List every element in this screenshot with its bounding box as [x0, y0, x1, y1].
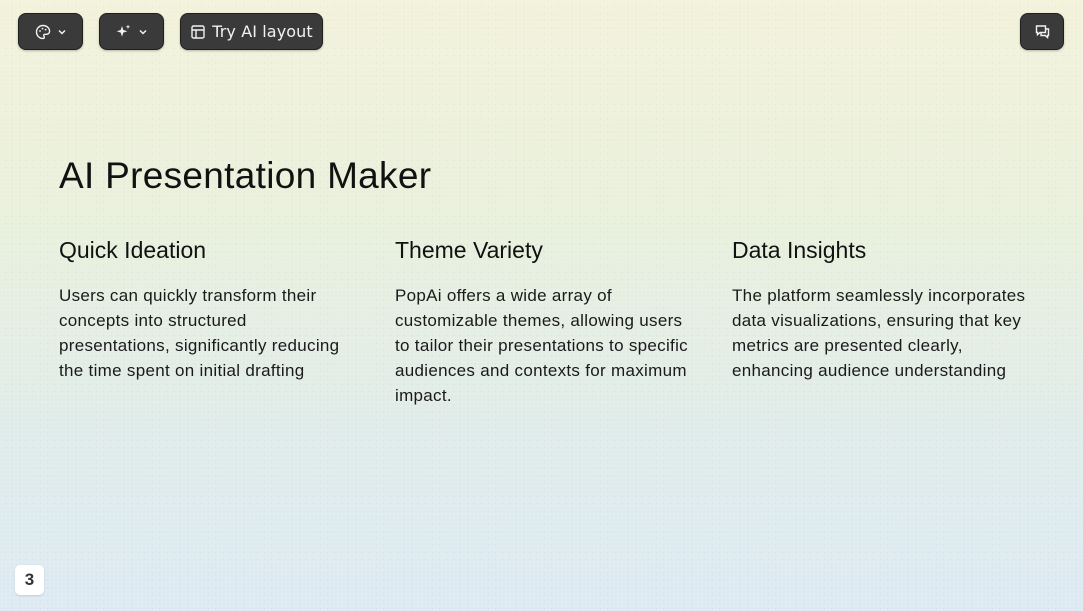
chevron-down-icon	[138, 27, 148, 37]
chat-icon	[1034, 23, 1051, 40]
column-heading: Data Insights	[732, 237, 867, 263]
slide-title: AI Presentation Maker	[59, 155, 432, 196]
palette-icon	[35, 24, 51, 40]
column-text: PopAi offers a wide array of customizabl…	[395, 286, 688, 405]
column-heading: Quick Ideation	[59, 237, 207, 263]
feature-column-data-insights: Data Insights The platform seamlessly in…	[732, 237, 1032, 383]
column-text: The platform seamlessly incorporates dat…	[732, 286, 1026, 380]
column-text: Users can quickly transform their concep…	[59, 286, 340, 380]
layout-icon	[190, 24, 206, 40]
column-heading: Theme Variety	[395, 237, 543, 263]
chat-button[interactable]	[1020, 13, 1064, 50]
sparkles-icon	[115, 23, 132, 40]
ai-dropdown-button[interactable]	[99, 13, 164, 50]
feature-column-quick-ideation: Quick Ideation Users can quickly transfo…	[59, 237, 359, 383]
feature-column-theme-variety: Theme Variety PopAi offers a wide array …	[395, 237, 695, 408]
theme-dropdown-button[interactable]	[18, 13, 83, 50]
try-ai-layout-label: Try AI layout	[212, 22, 313, 41]
page-number-badge: 3	[15, 565, 44, 595]
chevron-down-icon	[57, 27, 67, 37]
try-ai-layout-button[interactable]: Try AI layout	[180, 13, 323, 50]
